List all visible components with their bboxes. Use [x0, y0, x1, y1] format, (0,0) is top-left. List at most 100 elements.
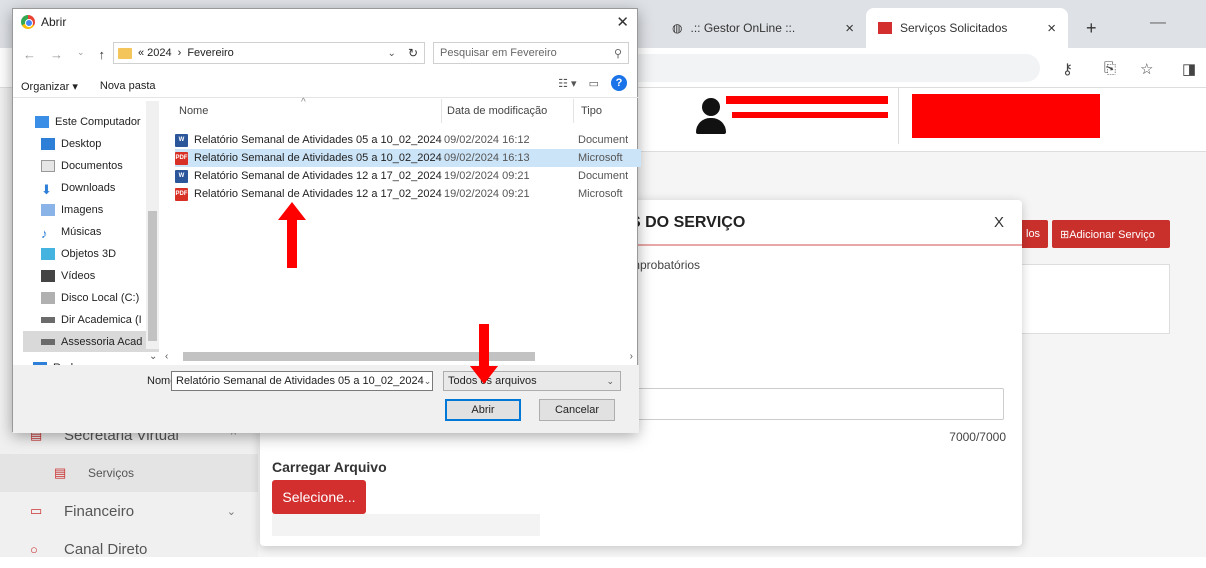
- nav-item-videos[interactable]: Vídeos: [41, 265, 161, 286]
- computer-icon: [35, 115, 49, 128]
- horizontal-scrollbar[interactable]: ‹ ›: [161, 349, 639, 363]
- sidepanel-icon[interactable]: ◨: [1182, 60, 1196, 78]
- nav-item-downloads[interactable]: ⬇ Downloads: [41, 177, 161, 198]
- upload-label: Carregar Arquivo: [272, 459, 387, 475]
- modal-close-button[interactable]: X: [994, 214, 1004, 231]
- nav-item-dir-academica[interactable]: Dir Academica (I: [41, 309, 161, 330]
- sidebar-item-financeiro[interactable]: ▭ Financeiro ⌄: [0, 492, 258, 530]
- upload-progress: [272, 514, 540, 536]
- dialog-footer: Nome: Relatório Semanal de Atividades 05…: [13, 365, 639, 433]
- nav-item-imagens[interactable]: Imagens: [41, 199, 161, 220]
- tab-gestor-online[interactable]: ◍ .:: Gestor OnLine ::. ×: [660, 8, 866, 48]
- chevron-down-icon[interactable]: ⌄: [424, 376, 432, 387]
- nav-item-disco-local[interactable]: Disco Local (C:): [41, 287, 161, 308]
- key-icon[interactable]: ⚷: [1062, 60, 1073, 78]
- pictures-icon: [41, 203, 55, 216]
- address-breadcrumb[interactable]: « 2024 › Fevereiro ⌄ ↻: [113, 42, 425, 64]
- scroll-left-icon[interactable]: ‹: [165, 351, 168, 362]
- refresh-icon[interactable]: ↻: [408, 46, 424, 60]
- preview-pane-icon[interactable]: ▭: [589, 77, 599, 90]
- divider: [13, 97, 639, 98]
- scroll-thumb[interactable]: [148, 211, 157, 341]
- view-options-icon[interactable]: ☷ ▾: [558, 77, 576, 90]
- chevron-down-icon: ⌄: [606, 375, 614, 386]
- new-folder-button[interactable]: Nova pasta: [100, 80, 156, 92]
- drive-icon: [41, 291, 55, 304]
- sidebar-item-servicos[interactable]: ▤ Serviços: [0, 454, 258, 492]
- nav-arrows: ← → ⌄ ↑: [23, 47, 105, 62]
- nav-item-objetos-3d[interactable]: Objetos 3D: [41, 243, 161, 264]
- filename-input[interactable]: Relatório Semanal de Atividades 05 a 10_…: [171, 371, 433, 391]
- nav-item-musicas[interactable]: ♪ Músicas: [41, 221, 161, 242]
- open-button[interactable]: Abrir: [445, 399, 521, 421]
- redaction-bar: [732, 112, 888, 118]
- redaction-block: [912, 94, 1100, 138]
- add-service-button[interactable]: ⊞Adicionar Serviço: [1052, 220, 1170, 248]
- help-icon[interactable]: ?: [611, 75, 627, 91]
- forward-icon[interactable]: →: [50, 47, 63, 62]
- description-textarea[interactable]: [630, 388, 1004, 420]
- chevron-down-icon: ⌄: [226, 505, 236, 518]
- content-panel: [1020, 264, 1170, 334]
- navigation-pane: Este Computador Desktop Documentos ⬇ Down…: [13, 99, 161, 374]
- redaction-bar: [726, 96, 888, 104]
- money-icon: ▭: [30, 503, 43, 518]
- file-list: Nome ^ Data de modificação Tipo W Relató…: [161, 97, 641, 349]
- annotation-arrow-down-icon: [470, 366, 498, 384]
- annotation-arrow-shaft: [479, 324, 489, 368]
- close-icon[interactable]: ×: [1047, 20, 1056, 37]
- column-type[interactable]: Tipo: [581, 105, 602, 117]
- translate-icon[interactable]: ⎘: [1104, 60, 1116, 77]
- file-row[interactable]: W Relatório Semanal de Atividades 12 a 1…: [175, 167, 641, 185]
- video-icon: [41, 269, 55, 282]
- pdf-icon: PDF: [175, 187, 188, 201]
- document-icon: ▤: [54, 465, 67, 480]
- sidebar-item-canal-direto[interactable]: ○ Canal Direto: [0, 530, 258, 568]
- toolbar-right: ☷ ▾ ▭ ?: [558, 75, 627, 91]
- new-tab-button[interactable]: +: [1074, 8, 1104, 48]
- close-icon[interactable]: ✕: [616, 13, 629, 31]
- nav-item-documentos[interactable]: Documentos: [41, 155, 161, 176]
- organize-button[interactable]: Organizar ▾: [21, 80, 78, 93]
- globe-icon: ◍: [672, 21, 683, 35]
- favicon-icon: [878, 22, 892, 34]
- open-file-dialog: Abrir ✕ ← → ⌄ ↑ « 2024 › Fevereiro ⌄ ↻ P…: [12, 8, 641, 433]
- minimize-icon[interactable]: —: [1150, 14, 1166, 32]
- download-icon: ⬇: [41, 181, 52, 197]
- file-row[interactable]: PDF Relatório Semanal de Atividades 12 a…: [175, 185, 641, 203]
- file-row-selected[interactable]: PDF Relatório Semanal de Atividades 05 a…: [175, 149, 641, 167]
- page-header: [620, 88, 1206, 152]
- folder-icon: [118, 47, 132, 59]
- partial-button[interactable]: los: [1018, 220, 1048, 248]
- recent-dropdown-icon[interactable]: ⌄: [77, 47, 85, 62]
- file-row[interactable]: W Relatório Semanal de Atividades 05 a 1…: [175, 131, 641, 149]
- nav-item-desktop[interactable]: Desktop: [41, 133, 161, 154]
- close-icon[interactable]: ×: [845, 20, 854, 37]
- cube-icon: [41, 247, 55, 260]
- desktop-icon: [41, 137, 55, 150]
- nav-item-assessoria[interactable]: Assessoria Acad: [23, 331, 159, 352]
- star-icon[interactable]: ☆: [1140, 60, 1153, 78]
- select-file-button[interactable]: Selecione...: [272, 480, 366, 514]
- word-icon: W: [175, 133, 188, 147]
- scroll-right-icon[interactable]: ›: [630, 351, 633, 362]
- nav-scrollbar[interactable]: [146, 101, 159, 349]
- chat-icon: ○: [30, 541, 38, 557]
- nav-item-este-computador[interactable]: Este Computador: [35, 111, 155, 132]
- search-icon: ⚲: [613, 47, 622, 60]
- column-name[interactable]: Nome: [179, 105, 208, 117]
- chrome-icon: [21, 15, 35, 29]
- up-icon[interactable]: ↑: [99, 47, 106, 62]
- chevron-down-icon[interactable]: ⌄: [388, 48, 402, 59]
- nav-collapse-icon[interactable]: ⌄: [149, 351, 157, 362]
- network-drive-icon: [41, 316, 55, 323]
- annotation-arrow-shaft: [287, 218, 297, 268]
- search-input[interactable]: Pesquisar em Fevereiro ⚲: [433, 42, 629, 64]
- tab-servicos-solicitados[interactable]: Serviços Solicitados ×: [866, 8, 1068, 48]
- avatar-icon: [696, 98, 726, 134]
- cancel-button[interactable]: Cancelar: [539, 399, 615, 421]
- pdf-icon: PDF: [175, 151, 188, 165]
- column-date[interactable]: Data de modificação: [447, 105, 547, 117]
- music-icon: ♪: [41, 225, 48, 241]
- back-icon[interactable]: ←: [23, 47, 36, 62]
